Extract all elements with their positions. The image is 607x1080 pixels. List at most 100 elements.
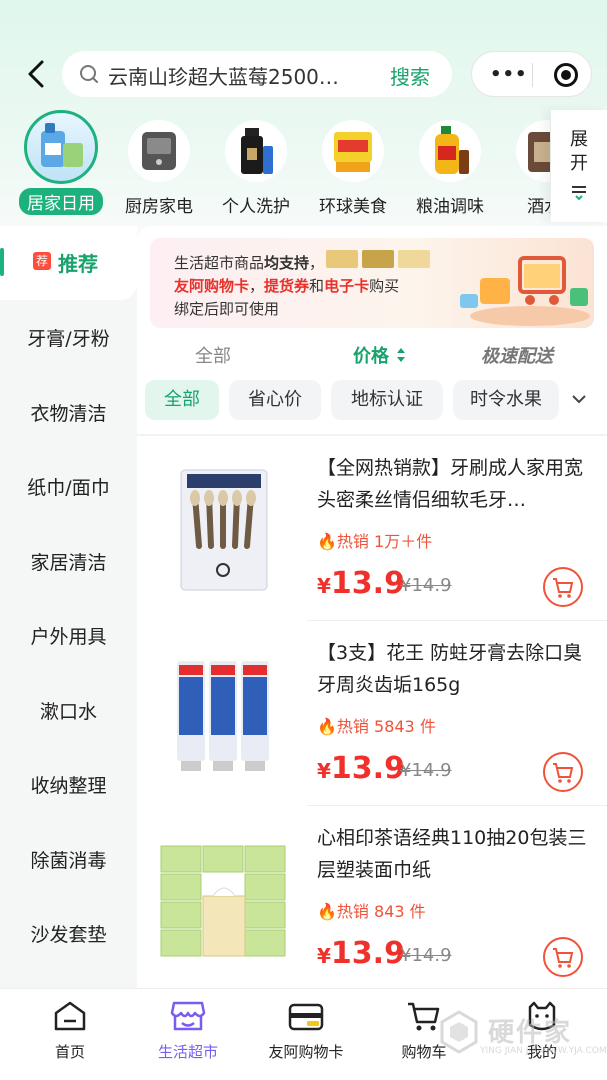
cart-icon	[553, 763, 574, 783]
tab-shopping-card[interactable]: 友阿购物卡	[246, 999, 366, 1062]
sort-all[interactable]: 全部	[195, 342, 231, 368]
shopping-cart-illustration	[460, 256, 590, 326]
add-to-cart-button[interactable]	[543, 752, 583, 792]
watermark: 硬件家 YING JIAN JIA WWW.YJA.COM	[440, 1008, 607, 1064]
search-icon	[80, 65, 98, 83]
category-label: 厨房家电	[125, 197, 193, 217]
flame-icon: 🔥	[317, 717, 337, 736]
sort-arrows-icon	[397, 348, 405, 362]
category-global-food[interactable]: 环球美食	[310, 110, 396, 217]
product-image-toothpaste	[177, 661, 269, 771]
banner-line-3: 绑定后即可使用	[174, 300, 280, 318]
sidebar-item-mouthwash[interactable]: 漱口水	[0, 697, 137, 724]
category-image	[128, 120, 190, 182]
watermark-url: YING JIAN JIA WWW.YJA.COM	[480, 1046, 607, 1056]
miniapp-capsule: •••	[471, 51, 592, 97]
close-miniapp-icon[interactable]	[554, 63, 578, 87]
sort-fast-delivery[interactable]: 极速配送	[481, 342, 553, 368]
back-arrow-icon[interactable]	[22, 58, 52, 90]
tab-label: 友阿购物卡	[268, 1043, 344, 1061]
category-image	[419, 120, 481, 182]
category-label: 酒水/	[527, 197, 550, 217]
product-image-toothbrush	[180, 469, 268, 591]
cart-icon	[408, 1002, 440, 1031]
product-title: 【全网热销款】牙刷成人家用宽头密柔丝情侣细软毛牙…	[317, 457, 584, 511]
product-price: ¥13.9	[317, 751, 405, 786]
hot-sales: 🔥热销 843 件	[317, 902, 426, 921]
original-price: ¥14.9	[400, 575, 452, 596]
original-price: ¥14.9	[400, 760, 452, 781]
chevron-down-icon[interactable]	[569, 392, 589, 408]
recommend-tag-icon: 荐	[33, 252, 51, 270]
category-image	[24, 110, 98, 184]
sort-bar: 全部 价格 极速配送	[137, 338, 607, 372]
payment-banner[interactable]: 生活超市商品均支持， 友阿购物卡，提货券和电子卡购买 绑定后即可使用	[150, 238, 594, 328]
home-icon	[54, 1001, 86, 1031]
product-title: 【3支】花王 防蛀牙膏去除口臭牙周炎齿垢165g	[317, 642, 583, 696]
product-image-tissue	[160, 845, 286, 957]
expand-label: 展开	[570, 129, 588, 174]
tab-label: 首页	[54, 1043, 85, 1061]
cart-icon	[553, 948, 574, 968]
banner-line-2: 友阿购物卡，提货券和电子卡购买	[174, 277, 400, 295]
sort-price[interactable]: 价格	[353, 342, 389, 368]
tab-label: 生活超市	[157, 1043, 218, 1061]
product-card[interactable]: 【全网热销款】牙刷成人家用宽头密柔丝情侣细软毛牙… 🔥热销 1万＋件 ¥13.9…	[137, 436, 607, 621]
sidebar-item-tissue[interactable]: 纸巾/面巾	[0, 473, 137, 500]
category-strip: 居家日用 厨房家电 个人洗护 环球美食 粮油调味 酒水/	[0, 110, 550, 220]
category-image	[225, 120, 287, 182]
sidebar-item-recommend[interactable]: 荐 推荐	[0, 226, 137, 300]
filter-chip-geo[interactable]: 地标认证	[331, 380, 443, 420]
filter-chips: 全部 省心价 地标认证 时令水果	[137, 380, 607, 422]
filter-chip-all[interactable]: 全部	[145, 380, 219, 420]
search-input[interactable]: 云南山珍超大蓝莓2500…	[108, 61, 368, 90]
sidebar-item-outdoor[interactable]: 户外用具	[0, 622, 137, 649]
sidebar-item-sofa-cover[interactable]: 沙发套垫	[0, 920, 137, 947]
category-label: 环球美食	[319, 197, 387, 217]
watermark-logo-icon	[440, 1010, 478, 1054]
card-icon	[288, 1003, 324, 1031]
filter-chip-value[interactable]: 省心价	[229, 380, 321, 420]
store-icon	[170, 1001, 206, 1031]
add-to-cart-button[interactable]	[543, 937, 583, 977]
banner-line-1: 生活超市商品均支持，	[174, 254, 325, 272]
category-kitchen[interactable]: 厨房家电	[116, 110, 202, 217]
category-home-goods[interactable]: 居家日用	[18, 110, 104, 215]
flame-icon: 🔥	[317, 532, 337, 551]
tab-supermarket[interactable]: 生活超市	[128, 999, 248, 1062]
sidebar-item-disinfect[interactable]: 除菌消毒	[0, 846, 137, 873]
category-image	[516, 120, 550, 182]
category-label: 个人洗护	[222, 197, 290, 217]
sidebar-item-storage[interactable]: 收纳整理	[0, 771, 137, 798]
category-personal-care[interactable]: 个人洗护	[213, 110, 299, 217]
original-price: ¥14.9	[400, 945, 452, 966]
more-icon[interactable]: •••	[490, 66, 528, 84]
sidebar-item-home-cleaning[interactable]: 家居清洁	[0, 548, 137, 575]
tab-home[interactable]: 首页	[10, 999, 130, 1062]
hot-sales: 🔥热销 1万＋件	[317, 532, 433, 551]
active-indicator	[0, 248, 4, 276]
category-image	[322, 120, 384, 182]
sidebar-item-label: 推荐	[58, 252, 98, 276]
category-label: 粮油调味	[416, 197, 484, 217]
product-price: ¥13.9	[317, 566, 405, 601]
search-bar[interactable]: 云南山珍超大蓝莓2500… 搜索	[62, 51, 452, 97]
sidebar-item-toothpaste[interactable]: 牙膏/牙粉	[0, 324, 137, 351]
filter-chip-seasonal[interactable]: 时令水果	[453, 380, 559, 420]
sidebar-item-laundry[interactable]: 衣物清洁	[0, 399, 137, 426]
cart-icon	[553, 578, 574, 598]
hot-sales: 🔥热销 5843 件	[317, 717, 436, 736]
category-drinks[interactable]: 酒水/	[504, 110, 550, 217]
product-card[interactable]: 【3支】花王 防蛀牙膏去除口臭牙周炎齿垢165g 🔥热销 5843 件 ¥13.…	[137, 621, 607, 806]
expand-categories-button[interactable]: 展开	[551, 110, 607, 222]
product-card[interactable]: 心相印茶语经典110抽20包装三层塑装面巾纸 🔥热销 843 件 ¥13.9 ¥…	[137, 806, 607, 991]
gift-card-icon	[326, 250, 430, 268]
flame-icon: 🔥	[317, 902, 337, 921]
expand-icon	[572, 186, 586, 201]
product-price: ¥13.9	[317, 936, 405, 971]
category-grain-oil[interactable]: 粮油调味	[407, 110, 493, 217]
product-title: 心相印茶语经典110抽20包装三层塑装面巾纸	[317, 827, 587, 881]
add-to-cart-button[interactable]	[543, 567, 583, 607]
category-label: 居家日用	[19, 188, 103, 215]
search-button[interactable]: 搜索	[390, 61, 430, 90]
